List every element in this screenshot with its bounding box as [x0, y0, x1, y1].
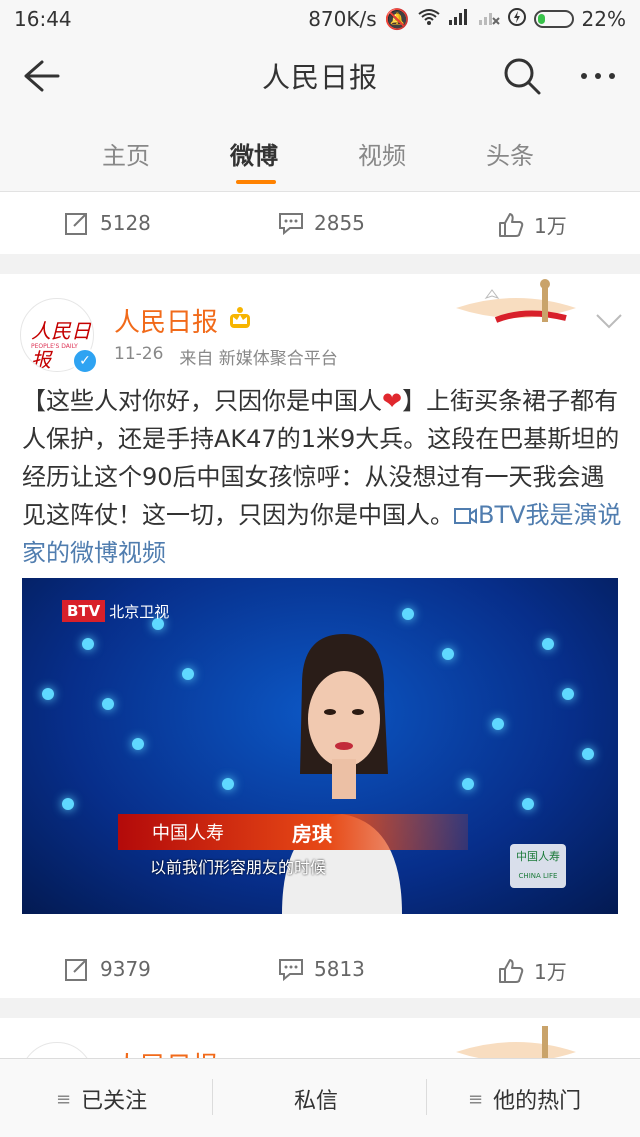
avatar-logo-subtext: PEOPLE'S DAILY [31, 343, 78, 350]
bottom-bar: ≡ 已关注 私信 ≡ 他的热门 [0, 1058, 640, 1137]
comment-icon [279, 213, 303, 236]
post-meta: 11-26 来自 新媒体聚合平台 [114, 344, 338, 369]
signal-off-icon [478, 7, 500, 31]
following-button[interactable]: ≡ 已关注 [56, 1083, 147, 1115]
status-time: 16:44 [14, 7, 72, 31]
title-bar: 人民日报 [0, 38, 640, 114]
battery-icon [533, 10, 574, 28]
video-thumbnail[interactable]: BTV 北京卫视 中国人寿 房琪 以前我们形容朋友的时候 中国人寿 CHINA … [22, 578, 618, 914]
network-speed: 870K/s [308, 7, 377, 31]
video-link-icon [454, 508, 477, 524]
message-label: 私信 [294, 1089, 339, 1114]
vip-crown-icon[interactable] [228, 306, 252, 330]
post-date: 11-26 [114, 344, 164, 364]
comment-icon [279, 959, 303, 982]
comment-count: 2855 [314, 211, 365, 235]
hot-posts-label: 他的热门 [493, 1089, 582, 1114]
repost-button[interactable]: 9379 [64, 956, 151, 982]
mute-icon: 🔕 [384, 7, 410, 31]
more-icon[interactable] [576, 64, 620, 88]
corner-logo-text: 中国人寿 [516, 850, 560, 863]
following-label: 已关注 [81, 1089, 148, 1114]
tab-weibo[interactable]: 微博 [230, 136, 278, 171]
message-button[interactable]: 私信 [294, 1083, 338, 1115]
channel-badge: BTV [62, 600, 106, 622]
back-arrow-icon[interactable] [20, 56, 60, 96]
search-icon[interactable] [500, 54, 544, 98]
corner-logo-subtext: CHINA LIFE [518, 872, 558, 880]
active-tab-indicator [236, 180, 276, 184]
hot-posts-button[interactable]: ≡ 他的热门 [468, 1083, 581, 1115]
speaker-name: 房琪 [292, 821, 332, 846]
post-card[interactable]: 人民日报 PEOPLE'S DAILY ✓ 人民日报 11-26 来自 新媒体聚… [0, 274, 640, 998]
comment-count: 5813 [314, 957, 365, 981]
corner-logo: 中国人寿 CHINA LIFE [510, 844, 566, 888]
like-count: 1万 [534, 214, 567, 238]
sponsor-name: 中国人寿 [152, 823, 224, 844]
repost-count: 5128 [100, 211, 151, 235]
repost-icon [65, 959, 87, 981]
decoration-badge-icon [456, 279, 576, 323]
comment-button[interactable]: 5813 [278, 956, 365, 982]
menu-icon: ≡ [56, 1088, 72, 1110]
repost-count: 9379 [100, 957, 151, 981]
wifi-icon [417, 7, 440, 31]
divider [212, 1079, 213, 1115]
lower-third-banner: 中国人寿 房琪 [118, 814, 468, 850]
tab-headlines[interactable]: 头条 [486, 136, 534, 171]
post-text-part1: 【这些人对你好，只因你是中国人 [22, 387, 382, 415]
post-actions: 9379 5813 1万 [0, 938, 640, 998]
chevron-down-icon[interactable] [594, 312, 624, 330]
like-count: 1万 [534, 960, 567, 984]
charging-icon [507, 7, 526, 31]
battery-percent: 22% [581, 7, 626, 31]
menu-icon: ≡ [468, 1088, 484, 1110]
divider [426, 1079, 427, 1115]
status-bar: 16:44 870K/s 🔕 22% [0, 0, 640, 38]
heart-icon: ❤ [382, 387, 403, 415]
profile-tabs: 主页 微博 视频 头条 [0, 114, 640, 192]
tab-home[interactable]: 主页 [102, 136, 150, 171]
post-source: 来自 新媒体聚合平台 [179, 349, 338, 369]
thumbs-up-icon [499, 212, 524, 237]
channel-logo: BTV 北京卫视 [62, 600, 169, 622]
signal-icon [448, 7, 470, 31]
verified-badge-icon: ✓ [72, 348, 98, 374]
comment-button[interactable]: 2855 [278, 210, 365, 236]
post-text: 【这些人对你好，只因你是中国人❤】上街买条裙子都有人保护，还是手持AK47的1米… [22, 382, 622, 572]
thumbs-up-icon [499, 958, 524, 983]
like-button[interactable]: 1万 [498, 956, 567, 985]
status-icons: 870K/s 🔕 22% [308, 7, 626, 31]
previous-post-actions: 5128 2855 1万 [0, 192, 640, 254]
like-button[interactable]: 1万 [498, 210, 567, 239]
channel-name: 北京卫视 [109, 602, 170, 621]
repost-icon [65, 213, 87, 235]
repost-button[interactable]: 5128 [64, 210, 151, 236]
video-subtitle: 以前我们形容朋友的时候 [150, 858, 327, 877]
author-name[interactable]: 人民日报 [114, 302, 218, 339]
tab-video[interactable]: 视频 [358, 136, 406, 171]
page-title: 人民日报 [261, 61, 378, 94]
